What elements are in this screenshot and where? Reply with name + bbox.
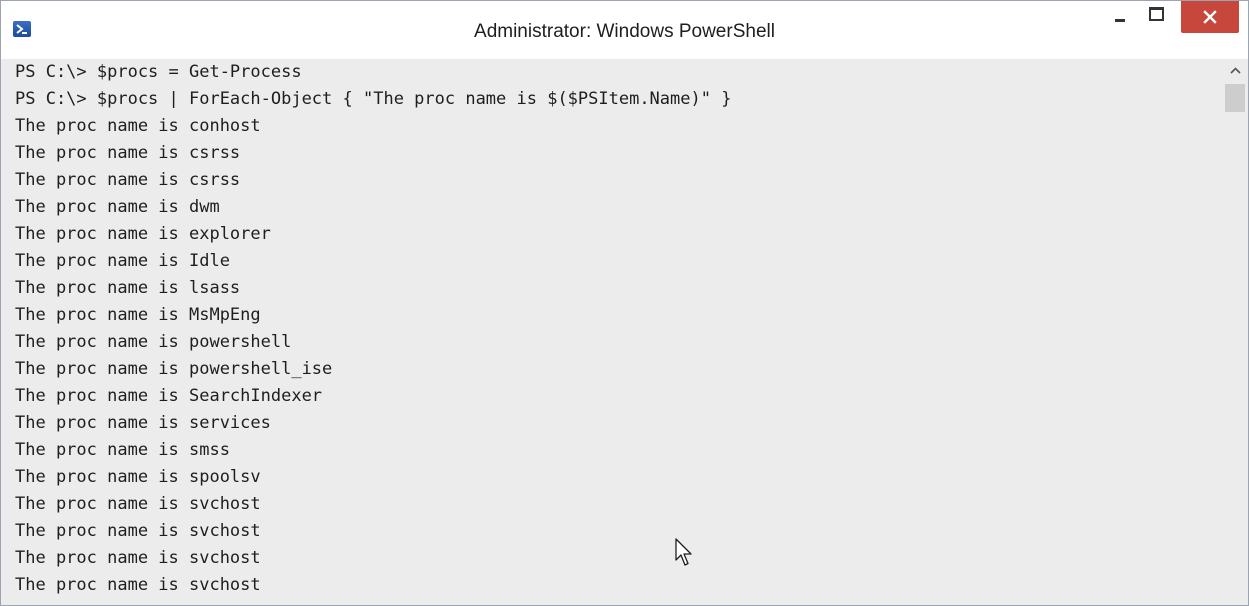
console-line: The proc name is svchost	[15, 575, 261, 595]
console-line: The proc name is csrss	[15, 170, 241, 190]
console-line: The proc name is explorer	[15, 224, 271, 244]
console-output[interactable]: PS C:\> $procs = Get-Process PS C:\> $pro…	[1, 59, 1223, 605]
close-button[interactable]	[1181, 1, 1239, 33]
minimize-button[interactable]	[1106, 1, 1134, 31]
console-line: The proc name is svchost	[15, 494, 261, 514]
title-bar[interactable]: Administrator: Windows PowerShell	[1, 1, 1248, 59]
console-line: PS C:\> $procs = Get-Process	[15, 62, 302, 82]
scroll-up-button[interactable]	[1223, 59, 1248, 83]
console-line: The proc name is conhost	[15, 116, 261, 136]
console-line: The proc name is spoolsv	[15, 467, 261, 487]
console-line: The proc name is powershell_ise	[15, 359, 333, 379]
console-line: PS C:\> $procs | ForEach-Object { "The p…	[15, 89, 732, 109]
console-line: The proc name is smss	[15, 440, 230, 460]
console-line: The proc name is lsass	[15, 278, 241, 298]
chevron-up-icon	[1230, 67, 1241, 74]
vertical-scrollbar[interactable]	[1223, 59, 1248, 605]
maximize-icon	[1149, 7, 1164, 21]
window-title: Administrator: Windows PowerShell	[474, 21, 775, 42]
close-icon	[1203, 10, 1217, 24]
console-line: The proc name is svchost	[15, 548, 261, 568]
console-line: The proc name is svchost	[15, 521, 261, 541]
console-line: The proc name is Idle	[15, 251, 230, 271]
maximize-button[interactable]	[1142, 1, 1170, 31]
mouse-cursor-icon	[675, 538, 695, 573]
powershell-window: Administrator: Windows PowerShell PS C:\…	[0, 0, 1249, 606]
console-line: The proc name is MsMpEng	[15, 305, 261, 325]
minimize-icon	[1115, 19, 1125, 22]
console-line: The proc name is SearchIndexer	[15, 386, 323, 406]
console-line: The proc name is csrss	[15, 143, 241, 163]
console-line: The proc name is dwm	[15, 197, 220, 217]
console-line: The proc name is services	[15, 413, 271, 433]
console-line: The proc name is powershell	[15, 332, 292, 352]
scroll-thumb[interactable]	[1225, 84, 1245, 112]
